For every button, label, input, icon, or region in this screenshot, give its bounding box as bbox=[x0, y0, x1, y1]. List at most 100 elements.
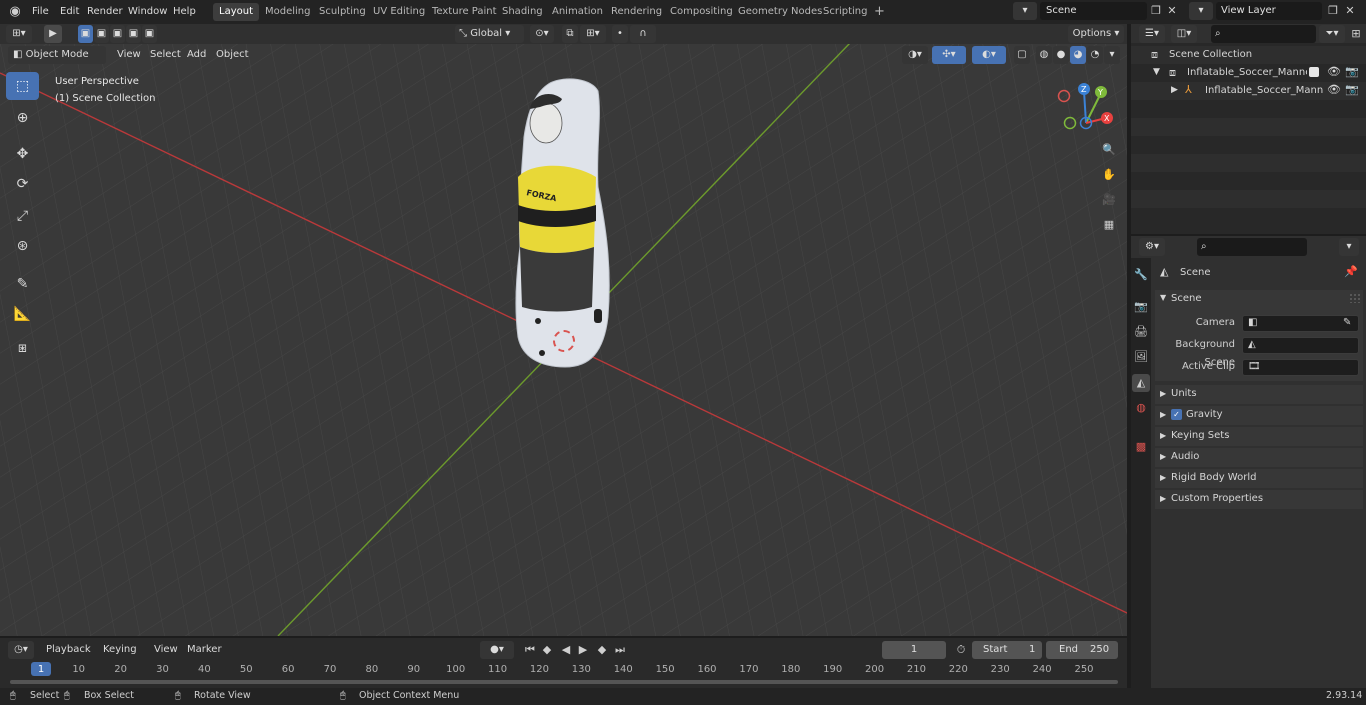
view-layer-field[interactable]: View Layer bbox=[1216, 2, 1322, 20]
timeline-menu-view[interactable]: View bbox=[152, 641, 180, 658]
pivot-point-button[interactable]: ⊙▾ bbox=[530, 25, 554, 43]
expand-arrow-icon[interactable]: ▶ bbox=[1171, 85, 1178, 95]
view-layer-type-icon[interactable]: ▾ bbox=[1189, 2, 1213, 20]
camera-view-icon[interactable]: 🎥 bbox=[1099, 191, 1119, 209]
play-icon[interactable]: ▶ bbox=[575, 641, 591, 659]
shading-material-icon[interactable]: ◕ bbox=[1070, 46, 1086, 64]
options-dropdown[interactable]: Options ▾ bbox=[1068, 25, 1124, 43]
new-collection-icon[interactable]: ⊞ bbox=[1349, 25, 1363, 43]
viewport-menu-view[interactable]: View bbox=[115, 46, 143, 63]
camera-field[interactable]: ◧ ✎ bbox=[1242, 315, 1359, 332]
shading-rendered-icon[interactable]: ◔ bbox=[1087, 46, 1103, 64]
outliner-row-object[interactable]: ▶ ⅄ Inflatable_Soccer_Manne 👁 📷 bbox=[1131, 82, 1366, 100]
next-keyframe-icon[interactable]: ◆ bbox=[594, 641, 610, 659]
scale-tool[interactable]: ⤢ bbox=[6, 202, 39, 230]
select-mode-new[interactable]: ▣ bbox=[78, 25, 93, 43]
play-reverse-icon[interactable]: ◀ bbox=[558, 641, 574, 659]
snap-toggle-icon[interactable]: ⧉ bbox=[562, 25, 578, 43]
jump-end-icon[interactable]: ⏭ bbox=[612, 641, 628, 659]
panel-drag-handle[interactable] bbox=[1349, 293, 1361, 303]
scene-name-field[interactable]: Scene bbox=[1040, 2, 1147, 20]
select-mode-subtract[interactable]: ▣ bbox=[110, 25, 125, 43]
background-scene-field[interactable]: ◭ bbox=[1242, 337, 1359, 354]
copy-view-layer-icon[interactable]: ❐ bbox=[1326, 2, 1340, 20]
eye-icon[interactable]: 👁 bbox=[1327, 65, 1341, 78]
falloff-icon[interactable]: ∩ bbox=[630, 25, 656, 43]
rotate-tool[interactable]: ⟳ bbox=[6, 170, 39, 198]
close-view-layer-icon[interactable]: ✕ bbox=[1344, 2, 1356, 20]
cursor-tool[interactable]: ⊕ bbox=[6, 104, 39, 132]
prev-keyframe-icon[interactable]: ◆ bbox=[539, 641, 555, 659]
tab-texture-paint[interactable]: Texture Paint bbox=[426, 3, 503, 21]
gravity-panel[interactable]: ▶ ✓ Gravity bbox=[1155, 406, 1363, 425]
gizmo-toggle-button[interactable]: ✣▾ bbox=[932, 46, 966, 64]
world-tab-icon[interactable]: ◍ bbox=[1132, 399, 1150, 417]
timeline-menu-keying[interactable]: Keying bbox=[101, 641, 139, 658]
active-clip-field[interactable]: 🎞 bbox=[1242, 359, 1359, 376]
ortho-grid-icon[interactable]: ▦ bbox=[1099, 216, 1119, 234]
tab-scripting[interactable]: Scripting bbox=[817, 3, 873, 21]
inflatable-mannequin-object[interactable]: FORZA bbox=[510, 77, 620, 372]
tab-layout[interactable]: Layout bbox=[213, 3, 259, 21]
properties-options-button[interactable]: ▾ bbox=[1339, 238, 1359, 256]
tab-modeling[interactable]: Modeling bbox=[259, 3, 317, 21]
units-panel[interactable]: ▶ Units bbox=[1155, 385, 1363, 404]
tab-rendering[interactable]: Rendering bbox=[605, 3, 668, 21]
copy-scene-icon[interactable]: ❐ bbox=[1149, 2, 1163, 20]
tab-shading[interactable]: Shading bbox=[496, 3, 549, 21]
tab-geometry-nodes[interactable]: Geometry Nodes bbox=[732, 3, 828, 21]
audio-panel[interactable]: ▶ Audio bbox=[1155, 448, 1363, 467]
outliner-row-root[interactable]: ⧈ Scene Collection bbox=[1131, 46, 1366, 64]
eye-icon[interactable]: 👁 bbox=[1327, 83, 1341, 96]
timeline-scrollbar[interactable] bbox=[10, 680, 1118, 684]
tool-tab-icon[interactable]: 🔧 bbox=[1132, 266, 1150, 284]
navigation-gizmo[interactable]: Z Y X bbox=[1056, 81, 1116, 135]
outliner-search-input[interactable]: ⌕ bbox=[1211, 25, 1316, 43]
outliner-row-collection[interactable]: ▼ ⧈ Inflatable_Soccer_Mannequin_ 👁 📷 bbox=[1131, 64, 1366, 82]
pan-hand-icon[interactable]: ✋ bbox=[1099, 166, 1119, 184]
visibility-filter-button[interactable]: ◑▾ bbox=[902, 46, 928, 64]
filter-icon[interactable]: ⏷▾ bbox=[1319, 25, 1345, 43]
menu-render[interactable]: Render bbox=[85, 3, 125, 20]
close-scene-icon[interactable]: ✕ bbox=[1166, 2, 1178, 20]
timeline-menu-marker[interactable]: Marker bbox=[185, 641, 224, 658]
tab-animation[interactable]: Animation bbox=[546, 3, 609, 21]
custom-properties-panel[interactable]: ▶ Custom Properties bbox=[1155, 490, 1363, 509]
viewport-menu-select[interactable]: Select bbox=[148, 46, 183, 63]
xray-toggle-icon[interactable]: ▢ bbox=[1014, 46, 1030, 64]
measure-tool[interactable]: 📐 bbox=[6, 300, 39, 328]
scene-tab-icon[interactable]: ◭ bbox=[1132, 374, 1150, 392]
tab-sculpting[interactable]: Sculpting bbox=[313, 3, 372, 21]
view-layer-tab-icon[interactable]: 🖼 bbox=[1132, 348, 1150, 366]
auto-keying-toggle[interactable]: ●▾ bbox=[480, 641, 514, 659]
transform-orientation-dropdown[interactable]: ⤡ Global ▾ bbox=[455, 25, 524, 43]
scene-panel-header[interactable]: ▼ Scene bbox=[1155, 290, 1363, 309]
select-mode-invert[interactable]: ▣ bbox=[126, 25, 141, 43]
timeline-editor-type[interactable]: ◷▾ bbox=[8, 641, 34, 659]
editor-type-button[interactable]: ⊞▾ bbox=[6, 25, 32, 43]
display-mode-button[interactable]: ◫▾ bbox=[1171, 25, 1197, 43]
menu-help[interactable]: Help bbox=[171, 3, 198, 20]
viewport-menu-object[interactable]: Object bbox=[214, 46, 251, 63]
shading-options-button[interactable]: ▾ bbox=[1104, 46, 1120, 64]
viewport-menu-add[interactable]: Add bbox=[185, 46, 208, 63]
snap-target-button[interactable]: ⊞▾ bbox=[580, 25, 606, 43]
proportional-edit-icon[interactable]: • bbox=[612, 25, 628, 43]
camera-icon[interactable]: 📷 bbox=[1345, 83, 1359, 96]
3d-cursor-icon[interactable] bbox=[553, 330, 575, 352]
gravity-checkbox[interactable]: ✓ bbox=[1171, 409, 1182, 420]
mode-dropdown[interactable]: ◧ Object Mode bbox=[8, 46, 106, 64]
rigid-body-world-panel[interactable]: ▶ Rigid Body World bbox=[1155, 469, 1363, 488]
properties-editor-type[interactable]: ⚙▾ bbox=[1139, 238, 1165, 256]
expand-arrow-icon[interactable]: ▼ bbox=[1153, 67, 1160, 77]
timeline-menu-playback[interactable]: Playback bbox=[44, 641, 93, 658]
texture-tab-icon[interactable]: ▩ bbox=[1132, 438, 1150, 456]
add-cube-tool[interactable]: ⧆ bbox=[6, 334, 39, 362]
current-frame-field[interactable]: 1 bbox=[882, 641, 946, 659]
menu-edit[interactable]: Edit bbox=[58, 3, 81, 20]
shading-wireframe-icon[interactable]: ◍ bbox=[1036, 46, 1052, 64]
start-frame-field[interactable]: Start 1 bbox=[972, 641, 1042, 659]
render-tab-icon[interactable]: 📷 bbox=[1132, 298, 1150, 316]
select-mode-intersect[interactable]: ▣ bbox=[142, 25, 157, 43]
shading-solid-icon[interactable]: ● bbox=[1053, 46, 1069, 64]
